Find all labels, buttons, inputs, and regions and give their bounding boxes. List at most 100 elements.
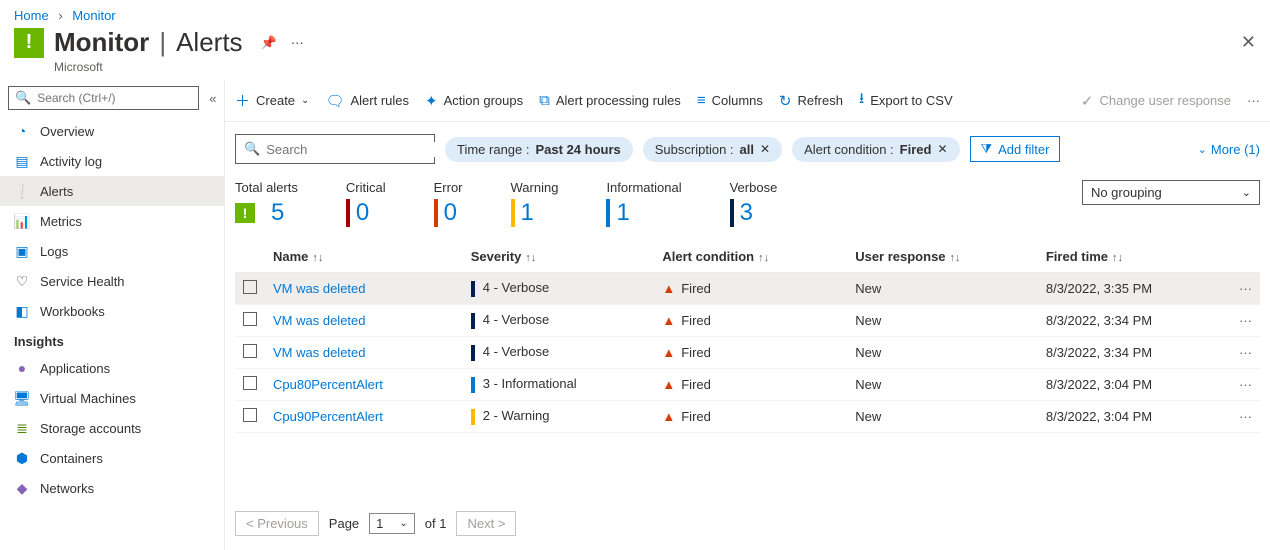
refresh-button[interactable]: ↻ Refresh	[779, 92, 843, 110]
sidebar-icon: 📊	[14, 213, 30, 229]
alert-name-link[interactable]: Cpu90PercentAlert	[273, 409, 383, 424]
close-icon[interactable]: ✕	[1241, 32, 1256, 53]
col-severity[interactable]: Severity↑↓	[463, 241, 655, 273]
alert-rules-button[interactable]: 🗨 Alert rules	[325, 92, 409, 110]
filter-pill-subscription[interactable]: Subscription : all ✕	[643, 137, 782, 162]
col-condition[interactable]: Alert condition↑↓	[654, 241, 847, 273]
table-row[interactable]: VM was deleted4 - Verbose▲FiredNew8/3/20…	[235, 273, 1260, 305]
action-groups-button[interactable]: ✦ Action groups	[425, 92, 523, 110]
sidebar-icon: 🖥	[14, 390, 30, 406]
sidebar-item-label: Metrics	[40, 214, 82, 229]
row-more-icon[interactable]: ···	[1230, 337, 1260, 369]
row-checkbox[interactable]	[243, 280, 257, 294]
condition-text: Fired	[681, 313, 711, 328]
severity-text: 3 - Informational	[483, 376, 577, 391]
chevron-down-icon: ⌄	[301, 95, 309, 106]
alert-name-link[interactable]: VM was deleted	[273, 345, 366, 360]
export-button[interactable]: ⭳ Export to CSV	[859, 88, 953, 113]
add-filter-button[interactable]: ⧩ Add filter	[970, 136, 1061, 162]
filter-search-input[interactable]	[266, 142, 442, 157]
stat-verbose[interactable]: Verbose 3	[730, 180, 778, 227]
columns-icon: ≡	[697, 92, 706, 109]
row-more-icon[interactable]: ···	[1230, 401, 1260, 433]
row-more-icon[interactable]: ···	[1230, 273, 1260, 305]
toolbar-more-icon[interactable]: ···	[1247, 93, 1260, 108]
sort-icon: ↑↓	[950, 252, 961, 264]
row-more-icon[interactable]: ···	[1230, 369, 1260, 401]
stat-critical[interactable]: Critical 0	[346, 180, 386, 227]
row-more-icon[interactable]: ···	[1230, 305, 1260, 337]
collapse-sidebar-icon[interactable]: «	[205, 91, 220, 106]
sidebar-item-applications[interactable]: ●Applications	[0, 353, 224, 383]
col-fired[interactable]: Fired time↑↓	[1038, 241, 1230, 273]
table-row[interactable]: Cpu80PercentAlert3 - Informational▲Fired…	[235, 369, 1260, 401]
stat-error[interactable]: Error 0	[434, 180, 463, 227]
next-page-button[interactable]: Next >	[456, 511, 516, 536]
col-name[interactable]: Name↑↓	[265, 241, 463, 273]
table-row[interactable]: VM was deleted4 - Verbose▲FiredNew8/3/20…	[235, 337, 1260, 369]
sidebar-item-activity-log[interactable]: ▤Activity log	[0, 146, 224, 176]
fired-time-text: 8/3/2022, 3:34 PM	[1038, 337, 1230, 369]
sidebar-item-overview[interactable]: ◔Overview	[0, 116, 224, 146]
sidebar-item-service-health[interactable]: ♡Service Health	[0, 266, 224, 296]
response-text: New	[847, 369, 1038, 401]
sidebar-item-label: Containers	[40, 451, 103, 466]
sort-icon: ↑↓	[525, 252, 536, 264]
severity-text: 2 - Warning	[483, 408, 550, 423]
alerts-header-icon: !	[14, 28, 44, 58]
pin-icon[interactable]: 📌	[261, 35, 277, 51]
stat-informational[interactable]: Informational 1	[606, 180, 681, 227]
table-row[interactable]: Cpu90PercentAlert2 - Warning▲FiredNew8/3…	[235, 401, 1260, 433]
sidebar-item-networks[interactable]: ◆Networks	[0, 473, 224, 503]
create-button[interactable]: ＋ Create ⌄	[235, 90, 309, 111]
prev-page-button[interactable]: < Previous	[235, 511, 319, 536]
sidebar-item-label: Networks	[40, 481, 94, 496]
clear-filter-icon[interactable]: ✕	[760, 142, 770, 156]
filter-pill-time[interactable]: Time range : Past 24 hours	[445, 137, 633, 162]
breadcrumb-home[interactable]: Home	[14, 8, 49, 23]
processing-rules-button[interactable]: ⧉ Alert processing rules	[539, 92, 681, 109]
more-menu-icon[interactable]: ···	[291, 35, 304, 50]
sidebar-item-workbooks[interactable]: ◧Workbooks	[0, 296, 224, 326]
severity-text: 4 - Verbose	[483, 312, 550, 327]
row-checkbox[interactable]	[243, 312, 257, 326]
summary-stats: Total alerts !5 Critical 0 Error 0 Warni…	[225, 172, 1270, 241]
columns-button[interactable]: ≡ Columns	[697, 92, 763, 109]
sidebar-item-logs[interactable]: ▣Logs	[0, 236, 224, 266]
warning-triangle-icon: ▲	[662, 345, 675, 360]
clear-filter-icon[interactable]: ✕	[937, 142, 947, 156]
sidebar-item-metrics[interactable]: 📊 Metrics	[0, 206, 224, 236]
change-response-button: ✓ Change user response	[1081, 92, 1231, 110]
page-select[interactable]: 1⌄	[369, 513, 415, 534]
sidebar-item-label: Activity log	[40, 154, 102, 169]
sidebar-item-label: Applications	[40, 361, 110, 376]
row-checkbox[interactable]	[243, 376, 257, 390]
sidebar-icon: ◔	[14, 123, 30, 139]
sidebar-search[interactable]: 🔍	[8, 86, 199, 110]
severity-swatch	[471, 313, 475, 329]
sidebar-item-label: Virtual Machines	[40, 391, 136, 406]
fired-time-text: 8/3/2022, 3:04 PM	[1038, 401, 1230, 433]
table-row[interactable]: VM was deleted4 - Verbose▲FiredNew8/3/20…	[235, 305, 1260, 337]
stat-total[interactable]: Total alerts !5	[235, 180, 298, 227]
condition-text: Fired	[681, 345, 711, 360]
sidebar-search-input[interactable]	[37, 91, 192, 105]
filter-pill-condition[interactable]: Alert condition : Fired ✕	[792, 137, 959, 162]
more-filters-link[interactable]: ⌄ More (1)	[1198, 142, 1260, 157]
row-checkbox[interactable]	[243, 344, 257, 358]
col-response[interactable]: User response↑↓	[847, 241, 1038, 273]
alert-name-link[interactable]: VM was deleted	[273, 281, 366, 296]
grouping-select[interactable]: No grouping⌄	[1082, 180, 1260, 205]
alert-name-link[interactable]: Cpu80PercentAlert	[273, 377, 383, 392]
stat-warning[interactable]: Warning 1	[511, 180, 559, 227]
filter-search-box[interactable]: 🔍	[235, 134, 435, 164]
sidebar-item-virtual-machines[interactable]: 🖥 Virtual Machines	[0, 383, 224, 413]
sidebar-item-alerts[interactable]: ❕Alerts	[0, 176, 224, 206]
action-groups-icon: ✦	[425, 92, 438, 110]
alert-name-link[interactable]: VM was deleted	[273, 313, 366, 328]
sidebar-item-containers[interactable]: ⬢Containers	[0, 443, 224, 473]
fired-time-text: 8/3/2022, 3:34 PM	[1038, 305, 1230, 337]
sidebar-item-storage-accounts[interactable]: ≣Storage accounts	[0, 413, 224, 443]
row-checkbox[interactable]	[243, 408, 257, 422]
breadcrumb-current[interactable]: Monitor	[72, 8, 115, 23]
